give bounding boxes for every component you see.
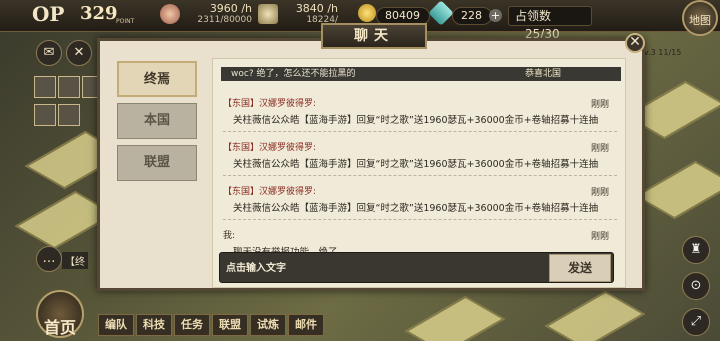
chat-input-placeholder[interactable]: 点击输入文字: [226, 253, 286, 284]
tab-country[interactable]: 本国: [117, 103, 197, 139]
chat-message: 【东国】汉娜罗彼得罗: 刚刚 关柱薇信公众皓【蓝海手游】回复“时之歌”送1960…: [223, 97, 617, 132]
gem-icon: [428, 0, 454, 26]
tab-world[interactable]: 终焉: [117, 61, 197, 97]
gem-amount: 228: [452, 7, 492, 25]
chat-input[interactable]: 点击输入文字 发送: [219, 252, 614, 283]
pinned-message-text: woc? 绝了，怎么还不能拉黑的: [231, 69, 356, 79]
resource-1-rate: 3960 /h: [209, 2, 252, 15]
nav-tasks[interactable]: 任务: [174, 314, 210, 336]
pinned-message: woc? 绝了，怎么还不能拉黑的 恭喜北国: [221, 67, 621, 81]
chat-bubble-button[interactable]: …: [36, 246, 62, 272]
castle-icon: ♜: [690, 242, 702, 257]
chat-preview[interactable]: 【终: [62, 252, 88, 269]
op-badge[interactable]: OP: [32, 2, 66, 30]
dialog-title: 聊天: [321, 23, 427, 49]
map-button[interactable]: 地图: [682, 0, 718, 36]
pinned-message-tag: 恭喜北国: [524, 69, 561, 79]
message-sender: 我:: [223, 231, 236, 241]
castle-button[interactable]: ♜: [682, 236, 710, 264]
close-icon: ✕: [73, 45, 85, 60]
send-button[interactable]: 发送: [549, 254, 611, 282]
message-sender[interactable]: 【东国】汉娜罗彼得罗:: [223, 97, 617, 111]
fullscreen-button[interactable]: ⤢: [682, 308, 710, 336]
close-dialog-button[interactable]: ✕: [625, 33, 645, 53]
message-divider: [223, 131, 617, 132]
occupy-count: 占领数 25/30: [508, 6, 592, 41]
resource-1: 3960 /h 2311/80000: [196, 2, 252, 25]
nav-mail[interactable]: 邮件: [288, 314, 324, 336]
occupy-label: 占领数: [515, 9, 552, 23]
nav-tech[interactable]: 科技: [136, 314, 172, 336]
speech-bubble-icon: …: [42, 251, 56, 266]
tab-alliance[interactable]: 联盟: [117, 145, 197, 181]
map-tile[interactable]: [634, 160, 720, 220]
channel-tabs: 终焉 本国 联盟: [114, 57, 200, 190]
avatar[interactable]: [58, 104, 80, 126]
chat-message: 【东国】汉娜罗彼得罗: 刚刚 关柱薇信公众皓【蓝海手游】回复“时之歌”送1960…: [223, 185, 617, 220]
nav-trial[interactable]: 试炼: [250, 314, 286, 336]
message-body: 关柱薇信公众皓【蓝海手游】回复“时之歌”送1960瑟瓦+36000金币+卷轴招募…: [233, 159, 599, 170]
message-body: 关柱薇信公众皓【蓝海手游】回复“时之歌”送1960瑟瓦+36000金币+卷轴招募…: [233, 203, 599, 214]
mail-button[interactable]: ✉: [36, 40, 62, 66]
map-tile[interactable]: [544, 290, 646, 341]
envelope-icon: ✉: [43, 45, 55, 60]
nav-formation[interactable]: 编队: [98, 314, 134, 336]
chat-message: 【东国】汉娜罗彼得罗: 刚刚 关柱薇信公众皓【蓝海手游】回复“时之歌”送1960…: [223, 141, 617, 176]
location-button[interactable]: ⊙: [682, 272, 710, 300]
bottom-nav: 首页 编队 科技 任务 联盟 试炼 邮件: [36, 290, 386, 341]
avatar[interactable]: [34, 104, 56, 126]
close-icon: ✕: [629, 34, 641, 50]
resource-1-stock: 2311/80000: [197, 15, 252, 25]
message-time: 刚刚: [590, 232, 609, 242]
message-time: 刚刚: [590, 188, 609, 198]
points-value: 329: [80, 3, 118, 24]
avatar[interactable]: [58, 76, 80, 98]
expand-icon: ⤢: [690, 314, 702, 329]
message-sender[interactable]: 【东国】汉娜罗彼得罗:: [223, 185, 617, 199]
resource-2: 3840 /h 18224/: [286, 2, 338, 25]
resource-2-rate: 3840 /h: [295, 2, 338, 15]
message-sender[interactable]: 【东国】汉娜罗彼得罗:: [223, 141, 617, 155]
message-body: 关柱薇信公众皓【蓝海手游】回复“时之歌”送1960瑟瓦+36000金币+卷轴招募…: [233, 115, 599, 126]
close-panel-button[interactable]: ✕: [66, 40, 92, 66]
right-progress-label: v.3 11/15: [644, 48, 682, 57]
nav-alliance[interactable]: 联盟: [212, 314, 248, 336]
message-divider: [223, 219, 617, 220]
lotus-icon: [160, 4, 180, 24]
avatar[interactable]: [34, 76, 56, 98]
location-pin-icon: ⊙: [690, 278, 702, 293]
gold-coin-icon: [358, 4, 376, 22]
message-time: 刚刚: [590, 144, 609, 154]
home-button[interactable]: 首页: [36, 290, 84, 338]
message-time: 刚刚: [590, 100, 609, 110]
message-divider: [223, 175, 617, 176]
points-label: POINT: [116, 18, 135, 25]
scroll-icon: [258, 4, 278, 24]
map-tile[interactable]: [404, 295, 506, 341]
add-gems-button[interactable]: +: [489, 9, 502, 22]
